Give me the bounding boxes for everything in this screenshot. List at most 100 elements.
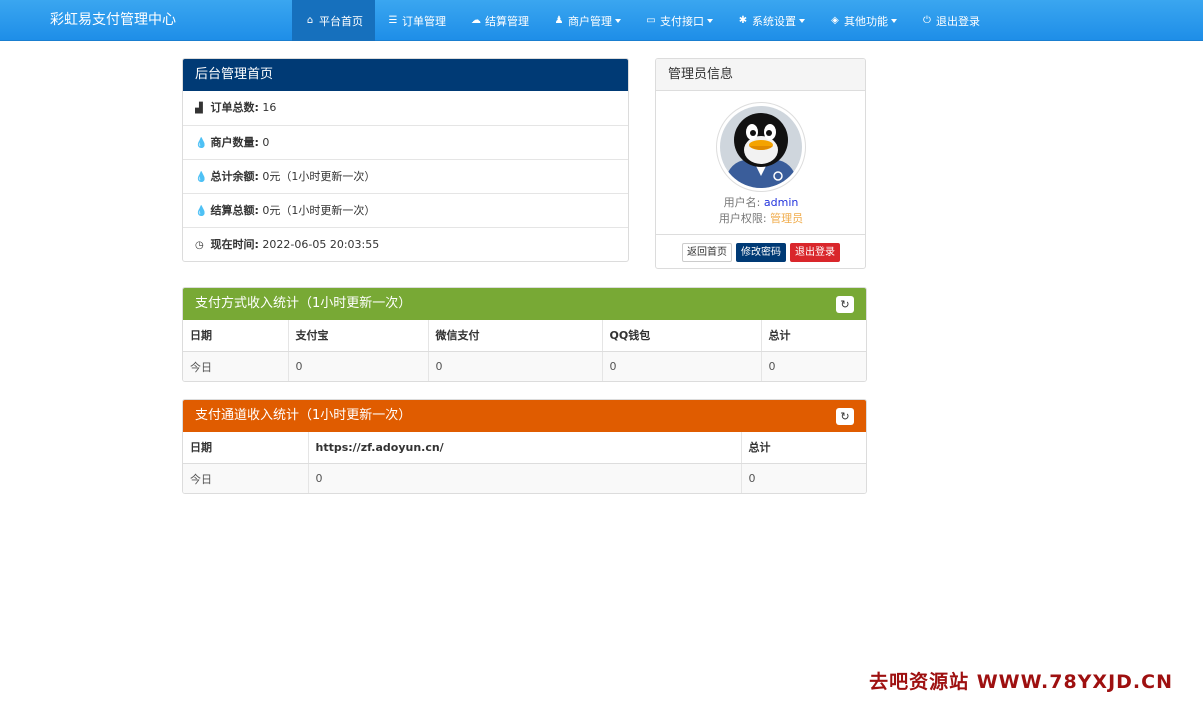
pay-method-stats-panel: 支付方式收入统计（1小时更新一次） ↻ 日期 支付宝 微信支付 QQ钱包 总计 … [182, 287, 867, 382]
table-header: 支付宝 [288, 320, 429, 352]
role-value: 管理员 [770, 212, 804, 225]
stat-value: 0元（1小时更新一次） [262, 170, 376, 183]
nav-item-other[interactable]: ◈ 其他功能 [817, 0, 909, 41]
stat-order-count: ▟ 订单总数: 16 [183, 91, 628, 125]
nav-item-merchants[interactable]: ♟ 商户管理 [541, 0, 633, 41]
nav-item-payment-api[interactable]: ▭ 支付接口 [633, 0, 725, 41]
table-header: 日期 [183, 320, 289, 352]
refresh-icon: ↻ [840, 298, 850, 311]
stat-label: 订单总数: [210, 101, 259, 114]
stat-merchant-count: 💧 商户数量: 0 [183, 125, 628, 159]
table-cell: 今日 [183, 351, 289, 381]
drop-icon: 💧 [195, 138, 208, 149]
nav-item-label: 订单管理 [402, 14, 446, 28]
pay-method-stats-table: 日期 支付宝 微信支付 QQ钱包 总计 今日 0 0 0 0 [183, 320, 866, 381]
username-value: admin [763, 196, 799, 209]
refresh-button[interactable]: ↻ [836, 408, 854, 425]
table-cell: 0 [761, 351, 866, 381]
table-header: 微信支付 [428, 320, 603, 352]
table-header: https://zf.adoyun.cn/ [308, 432, 742, 464]
table-cell: 0 [741, 463, 866, 493]
gear-icon: ✱ [738, 15, 748, 26]
stat-current-time: ◷ 现在时间: 2022-06-05 20:03:55 [183, 227, 628, 261]
nav-item-settlement[interactable]: ☁ 结算管理 [458, 0, 541, 41]
nav-menu: ⌂ 平台首页 ☰ 订单管理 ☁ 结算管理 ♟ 商户管理 ▭ 支付接口 ✱ 系统设… [292, 0, 992, 41]
table-cell: 0 [288, 351, 429, 381]
clock-icon: ◷ [195, 240, 204, 251]
channel-stats-title: 支付通道收入统计（1小时更新一次） ↻ [183, 400, 866, 432]
table-header: 日期 [183, 432, 309, 464]
role-label: 用户权限: [718, 212, 767, 225]
avatar [716, 102, 806, 192]
table-row: 今日 0 0 0 0 [183, 351, 866, 381]
stat-label: 结算总额: [210, 204, 259, 217]
nav-item-label: 商户管理 [568, 14, 612, 28]
stat-value: 0元（1小时更新一次） [262, 204, 376, 217]
table-row: 今日 0 0 [183, 463, 866, 493]
table-header-row: 日期 支付宝 微信支付 QQ钱包 总计 [183, 320, 866, 352]
nav-item-label: 退出登录 [936, 14, 980, 28]
stat-value: 16 [262, 101, 277, 114]
username-label: 用户名: [723, 196, 761, 209]
caret-down-icon [891, 18, 897, 23]
table-cell: 0 [428, 351, 603, 381]
nav-item-label: 系统设置 [752, 14, 796, 28]
brand-title[interactable]: 彩虹易支付管理中心 [50, 0, 176, 41]
cloud-icon: ☁ [471, 15, 481, 26]
power-icon: ⏻ [923, 15, 931, 26]
table-cell: 0 [308, 463, 742, 493]
user-icon: ♟ [554, 15, 564, 26]
dashboard-panel: 后台管理首页 ▟ 订单总数: 16 💧 商户数量: 0 💧 总计余额: 0元（1… [182, 58, 629, 262]
top-navbar: 彩虹易支付管理中心 ⌂ 平台首页 ☰ 订单管理 ☁ 结算管理 ♟ 商户管理 ▭ … [0, 0, 1203, 41]
channel-stats-panel: 支付通道收入统计（1小时更新一次） ↻ 日期 https://zf.adoyun… [182, 399, 867, 494]
admin-info-title: 管理员信息 [656, 59, 865, 91]
nav-item-label: 其他功能 [844, 14, 888, 28]
admin-info-panel: 管理员信息 用户名: admin 用户权限: 管理员 返回首页 修改密码 退出登… [655, 58, 866, 269]
cube-icon: ◈ [831, 15, 839, 26]
stat-total-balance: 💧 总计余额: 0元（1小时更新一次） [183, 159, 628, 193]
nav-item-system-settings[interactable]: ✱ 系统设置 [725, 0, 817, 41]
table-cell: 今日 [183, 463, 309, 493]
drop-icon: 💧 [195, 206, 208, 217]
nav-item-logout[interactable]: ⏻ 退出登录 [909, 0, 992, 41]
table-header: 总计 [741, 432, 866, 464]
change-password-button[interactable]: 修改密码 [736, 243, 786, 262]
nav-item-home[interactable]: ⌂ 平台首页 [292, 0, 375, 41]
admin-role-line: 用户权限: 管理员 [656, 210, 865, 226]
admin-username-line: 用户名: admin [656, 194, 865, 210]
home-icon: ⌂ [306, 15, 314, 26]
stat-value: 2022-06-05 20:03:55 [262, 238, 380, 251]
caret-down-icon [707, 18, 713, 23]
bar-chart-icon: ▟ [195, 103, 203, 114]
nav-item-orders[interactable]: ☰ 订单管理 [375, 0, 458, 41]
pay-method-stats-title: 支付方式收入统计（1小时更新一次） ↻ [183, 288, 866, 320]
refresh-button[interactable]: ↻ [836, 296, 854, 313]
table-cell: 0 [602, 351, 762, 381]
dashboard-title: 后台管理首页 [183, 59, 628, 91]
panel-title-text: 支付方式收入统计（1小时更新一次） [195, 296, 412, 311]
caret-down-icon [799, 18, 805, 23]
caret-down-icon [615, 18, 621, 23]
nav-item-label: 结算管理 [485, 14, 529, 28]
nav-item-label: 平台首页 [319, 14, 363, 28]
admin-actions: 返回首页 修改密码 退出登录 [656, 234, 865, 268]
table-header: QQ钱包 [602, 320, 762, 352]
panel-title-text: 支付通道收入统计（1小时更新一次） [195, 408, 412, 423]
stat-label: 商户数量: [210, 136, 259, 149]
nav-item-label: 支付接口 [660, 14, 704, 28]
drop-icon: 💧 [195, 172, 208, 183]
stat-value: 0 [262, 136, 270, 149]
list-icon: ☰ [388, 15, 398, 26]
channel-stats-table: 日期 https://zf.adoyun.cn/ 总计 今日 0 0 [183, 432, 866, 493]
table-header-row: 日期 https://zf.adoyun.cn/ 总计 [183, 432, 866, 464]
refresh-icon: ↻ [840, 410, 850, 423]
table-header: 总计 [761, 320, 866, 352]
stat-label: 现在时间: [210, 238, 259, 251]
qq-penguin-icon [720, 106, 802, 188]
credit-card-icon: ▭ [646, 15, 656, 26]
stat-settlement-total: 💧 结算总额: 0元（1小时更新一次） [183, 193, 628, 227]
logout-button[interactable]: 退出登录 [790, 243, 840, 262]
back-home-button[interactable]: 返回首页 [682, 243, 732, 262]
watermark: 去吧资源站 WWW.78YXJD.CN [869, 671, 1173, 693]
stat-label: 总计余额: [210, 170, 259, 183]
